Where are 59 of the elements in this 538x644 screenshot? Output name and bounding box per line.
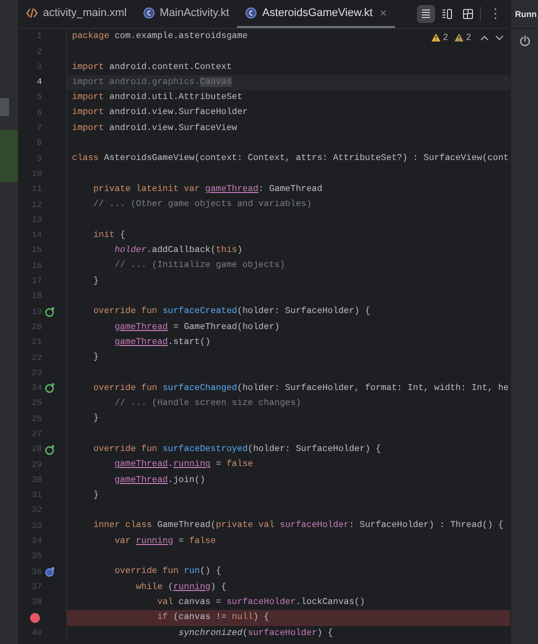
code-line: private lateinit var gameThread: GameThread: [92, 182, 322, 196]
code-line: import android.graphics.Canvas: [72, 76, 232, 89]
class-icon: [245, 7, 258, 19]
code-line: override fun surfaceDestroyed(holder: SurfaceHolder) {: [92, 442, 381, 456]
code-tag-icon: [26, 8, 38, 18]
code-line: import android.view.SurfaceHolder: [72, 106, 248, 120]
code-line: }: [92, 488, 99, 502]
lines-icon: [420, 8, 432, 20]
warning-count[interactable]: 2: [466, 31, 471, 44]
code-line: gameThread = GameThread(holder): [114, 320, 280, 334]
code-line: }: [92, 274, 99, 288]
code-line: if (canvas != null) {: [156, 611, 270, 624]
code-line: // ... (Handle screen size changes): [114, 397, 302, 410]
code-view-button[interactable]: [417, 5, 435, 23]
override-icon[interactable]: [45, 306, 56, 317]
more-button[interactable]: ⋮: [481, 0, 510, 28]
code-line: gameThread.start(): [114, 336, 210, 349]
warning-icon[interactable]: [454, 33, 464, 42]
editor-tab[interactable]: activity_main.xml: [18, 0, 135, 28]
code-line: package com.example.asteroidsgame: [72, 30, 248, 43]
code-line: val canvas = surfaceHolder.lockCanvas(): [156, 596, 365, 609]
panel-marker: [0, 98, 9, 116]
panel-marker: [0, 130, 18, 182]
code-line: gameThread.join(): [114, 474, 206, 487]
power-icon[interactable]: [519, 35, 531, 47]
code-line: import android.content.Context: [72, 60, 232, 74]
warning-icon[interactable]: [430, 33, 441, 42]
code-line: import android.util.AttributeSet: [72, 91, 242, 104]
code-line: inner class GameThread(private val surfaceHolder: SurfaceHolder) : Thread() {: [92, 519, 504, 532]
code-line: import android.view.SurfaceView: [72, 122, 238, 135]
code-line: override fun surfaceCreated(holder: SurfaceHolder) {: [92, 305, 370, 318]
code-line: override fun surfaceChanged(holder: SurfaceHolder, format: Int, width: Int, he: [92, 382, 509, 395]
implements-icon[interactable]: [45, 567, 56, 578]
code-line: var running = false: [114, 534, 216, 548]
breakpoint-icon[interactable]: [30, 612, 40, 623]
code-line: holder.addCallback(this): [114, 244, 242, 258]
close-button[interactable]: ×: [380, 4, 387, 22]
warning-count[interactable]: 2: [442, 31, 448, 44]
code-line: class AsteroidsGameView(context: Context, attrs: AttributeSet?) : SurfaceView(cont: [72, 152, 509, 166]
class-icon: [142, 7, 155, 19]
code-line: override fun run() {: [114, 565, 222, 578]
editor-tab[interactable]: AsteroidsGameView.kt ×: [237, 0, 395, 28]
split-view-icon: [441, 8, 453, 20]
code-line: // ... (Initialize game objects): [114, 259, 286, 272]
code-line: // ... (Other game objects and variables): [92, 198, 312, 212]
layout-icon: [462, 8, 474, 20]
override-icon[interactable]: [45, 444, 56, 455]
code-line: synchronized(surfaceHolder) {: [178, 626, 334, 640]
code-line: init {: [92, 228, 126, 242]
code-line: }: [92, 351, 99, 364]
code-line: }: [92, 412, 99, 426]
previous-icon[interactable]: [480, 34, 489, 41]
code-line: while (running) {: [134, 580, 226, 594]
line-number: 4: [36, 76, 42, 89]
override-icon[interactable]: [45, 383, 56, 394]
code-line: gameThread.running = false: [114, 458, 254, 472]
editor-tab[interactable]: MainActivity.kt: [134, 0, 238, 28]
panel-title: Runn: [515, 8, 537, 20]
next-icon[interactable]: [495, 34, 504, 41]
